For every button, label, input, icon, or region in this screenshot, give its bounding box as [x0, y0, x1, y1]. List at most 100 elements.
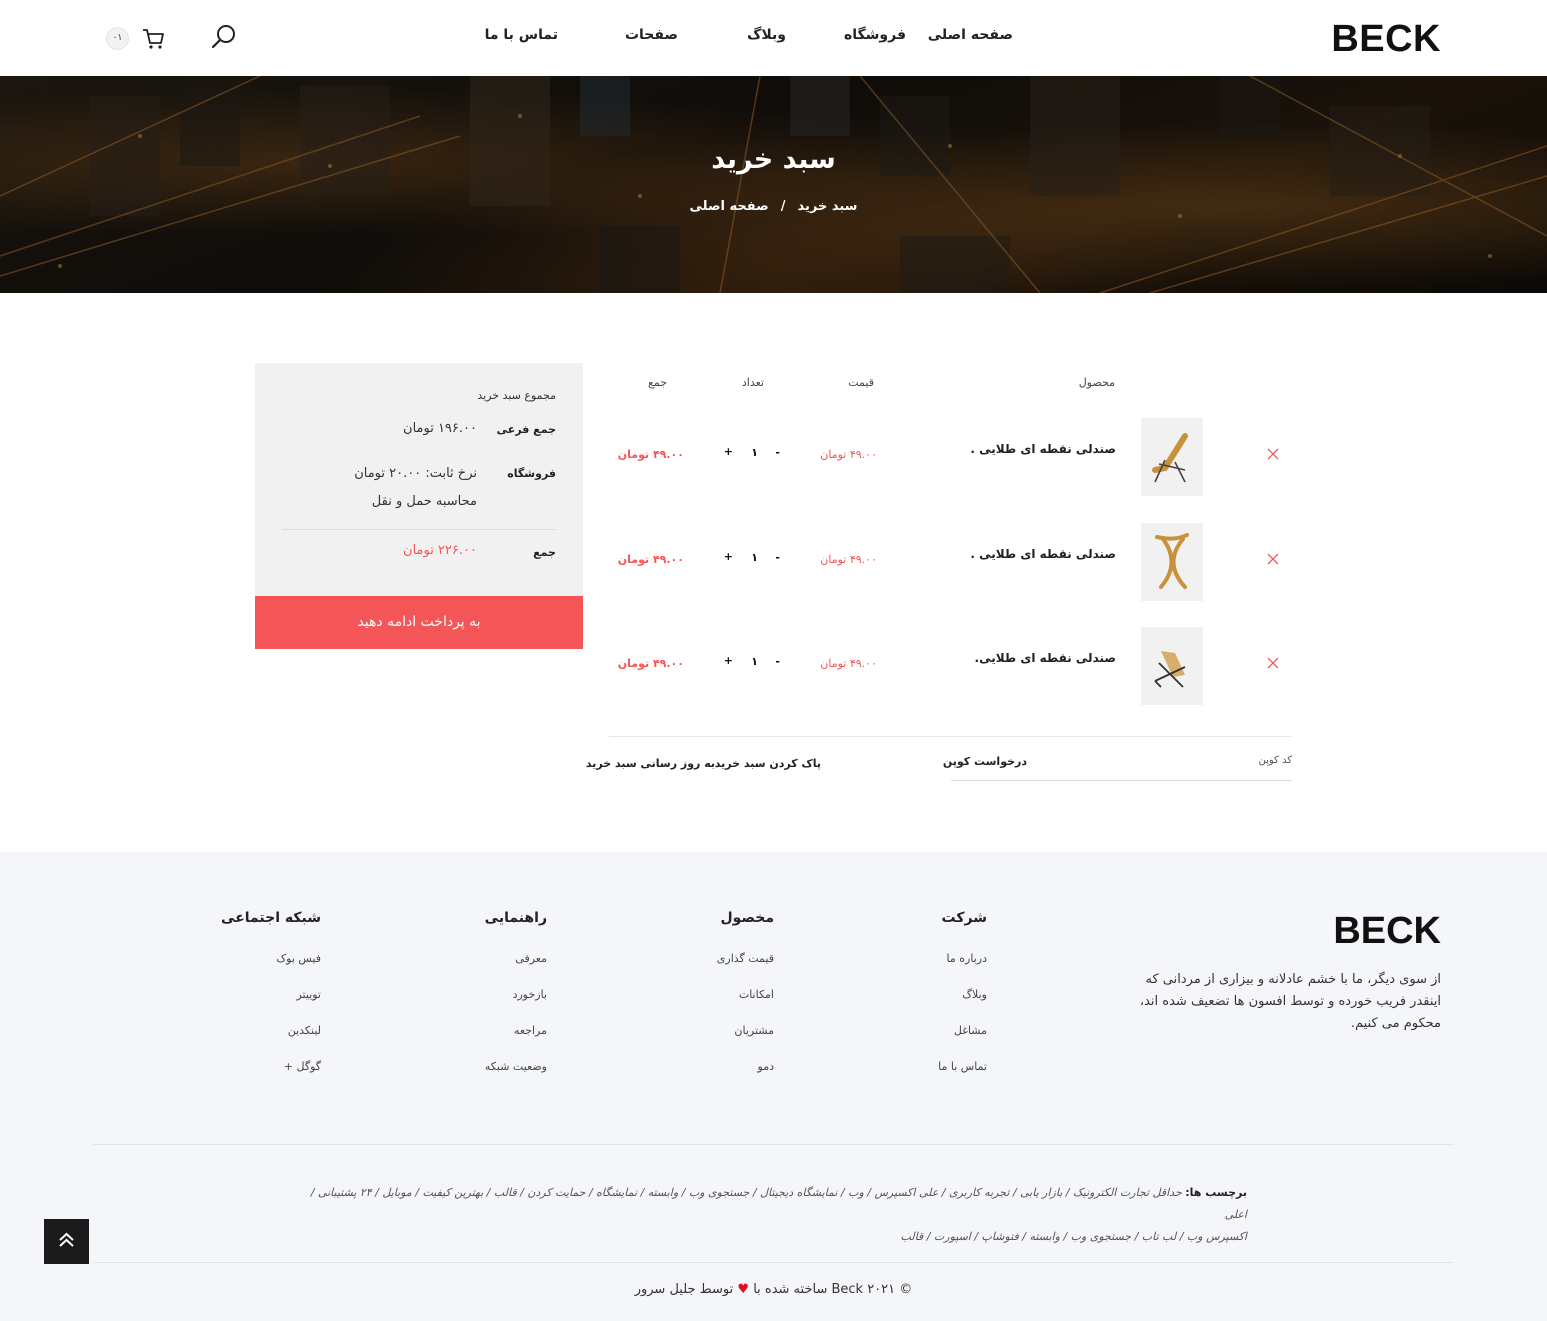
page-title: سبد خرید: [711, 144, 836, 175]
apply-coupon-button[interactable]: درخواست کوپن: [943, 755, 1027, 768]
footer-column-support: راهنمایی معرفی بازخورد مراجعه وضعیت شبکه: [485, 910, 547, 1096]
coupon-form: درخواست کوپن: [943, 751, 1292, 781]
quantity-value[interactable]: ۱: [751, 655, 758, 668]
footer-link[interactable]: معرفی: [485, 952, 547, 988]
product-price: ۴۹.۰۰ تومان: [820, 657, 877, 670]
table-divider: [609, 736, 1292, 737]
footer-link[interactable]: تماس با ما: [938, 1060, 987, 1096]
coupon-input[interactable]: [1132, 755, 1292, 766]
cart-totals-title: مجموع سبد خرید: [477, 389, 556, 402]
remove-item-icon[interactable]: [1266, 655, 1280, 669]
footer-link[interactable]: امکانات: [717, 988, 774, 1024]
table-row: صندلی نقطه ای طلایی . ۴۹.۰۰ تومان - ۱ + …: [609, 418, 1292, 498]
footer-link[interactable]: مشتریان: [717, 1024, 774, 1060]
heart-icon: ♥: [737, 1282, 750, 1297]
city-background-image: [0, 76, 1547, 293]
breadcrumb-separator: /: [780, 199, 786, 214]
footer-link[interactable]: درباره ما: [938, 952, 987, 988]
site-footer: BECK از سوی دیگر، ما با خشم عادلانه و بی…: [0, 852, 1547, 1321]
tags-list[interactable]: اکسپرس وب / لب تاب / جستجوی وب / وابسته …: [900, 1230, 1247, 1243]
footer-link[interactable]: گوگل +: [221, 1060, 321, 1096]
product-price: ۴۹.۰۰ تومان: [820, 553, 877, 566]
totals-divider: [282, 529, 556, 530]
product-name[interactable]: صندلی نقطه ای طلایی .: [970, 547, 1116, 561]
product-name[interactable]: صندلی نقطه ای طلایی.: [975, 651, 1116, 665]
clear-cart-button[interactable]: پاک کردن سبد خرید: [715, 757, 821, 770]
table-row: صندلی نقطه ای طلایی. ۴۹.۰۰ تومان - ۱ + ۴…: [609, 627, 1292, 707]
total-value: ۲۲۶.۰۰ تومان: [403, 543, 477, 558]
footer-link[interactable]: دمو: [717, 1060, 774, 1096]
decrease-quantity-button[interactable]: -: [775, 655, 780, 668]
product-name[interactable]: صندلی نقطه ای طلایی .: [970, 442, 1116, 456]
footer-link[interactable]: وضعیت شبکه: [485, 1060, 547, 1096]
product-thumbnail[interactable]: [1141, 418, 1203, 496]
nav-home[interactable]: صفحه اصلی: [928, 27, 1013, 43]
quantity-value[interactable]: ۱: [751, 551, 758, 564]
footer-column-title: شبکه اجتماعی: [221, 910, 321, 926]
product-thumbnail[interactable]: [1141, 627, 1203, 705]
increase-quantity-button[interactable]: +: [724, 445, 733, 458]
footer-column-title: مخصول: [720, 910, 774, 926]
header-total: جمع: [647, 376, 667, 389]
decrease-quantity-button[interactable]: -: [775, 551, 780, 564]
shipping-rate: نرخ ثابت: ۲۰.۰۰ تومان: [354, 466, 477, 481]
nav-contact[interactable]: تماس با ما: [485, 27, 558, 43]
copyright: © ۲۰۲۱ Beck ساخته شده با ♥ توسط جلیل سرو…: [0, 1282, 1547, 1297]
tags-list[interactable]: حداقل تجارت الکترونیک / بازار یابی / تجر…: [311, 1186, 1247, 1221]
nav-blog[interactable]: وبلاگ: [747, 27, 786, 43]
product-price: ۴۹.۰۰ تومان: [820, 448, 877, 461]
breadcrumb-current: سبد خرید: [797, 199, 858, 214]
footer-link[interactable]: قیمت گذاری: [717, 952, 774, 988]
tags-label: برچسب ها:: [1185, 1186, 1247, 1199]
cart-totals: مجموع سبد خرید جمع فرعی ۱۹۶.۰۰ تومان فرو…: [255, 363, 583, 596]
decrease-quantity-button[interactable]: -: [775, 446, 780, 459]
footer-tags: برچسب ها: حداقل تجارت الکترونیک / بازار …: [297, 1182, 1247, 1248]
page-banner: سبد خرید سبد خرید / صفحه اصلی: [0, 76, 1547, 293]
footer-logo[interactable]: BECK: [1333, 910, 1441, 953]
cart-icon[interactable]: [140, 26, 166, 52]
subtotal-label: جمع فرعی: [496, 423, 556, 436]
footer-column-title: راهنمایی: [484, 910, 547, 926]
line-total: ۴۹.۰۰ تومان: [617, 657, 684, 670]
increase-quantity-button[interactable]: +: [724, 654, 733, 667]
copyright-text: © ۲۰۲۱ Beck ساخته شده با: [753, 1282, 913, 1297]
site-header: BECK صفحه اصلی فروشگاه وبلاگ صفحات تماس …: [0, 0, 1547, 76]
checkout-button[interactable]: به پرداخت ادامه دهید: [255, 596, 583, 649]
footer-divider: [93, 1262, 1454, 1263]
breadcrumb: سبد خرید / صفحه اصلی: [0, 199, 1547, 214]
increase-quantity-button[interactable]: +: [724, 550, 733, 563]
line-total: ۴۹.۰۰ تومان: [617, 553, 684, 566]
footer-column-company: شرکت درباره ما وبلاگ مشاغل تماس با ما: [938, 910, 987, 1096]
footer-column-product: مخصول قیمت گذاری امکانات مشتریان دمو: [717, 910, 774, 1096]
footer-link[interactable]: مراجعه: [485, 1024, 547, 1060]
quantity-value[interactable]: ۱: [751, 446, 758, 459]
footer-link[interactable]: لینکدین: [221, 1024, 321, 1060]
nav-pages[interactable]: صفحات: [625, 27, 678, 43]
shipping-calculator-link[interactable]: محاسبه حمل و نقل: [372, 494, 477, 509]
footer-column-social: شبکه اجتماعی فیس بوک توییتر لینکدین گوگل…: [221, 910, 321, 1096]
total-label: جمع: [533, 546, 556, 559]
footer-about-text: از سوی دیگر، ما با خشم عادلانه و بیزاری …: [1139, 972, 1441, 1031]
product-thumbnail[interactable]: [1141, 523, 1203, 601]
footer-link[interactable]: بازخورد: [485, 988, 547, 1024]
table-row: صندلی نقطه ای طلایی . ۴۹.۰۰ تومان - ۱ + …: [609, 523, 1292, 603]
footer-divider: [93, 1144, 1454, 1145]
double-chevron-up-icon: [59, 1232, 74, 1247]
line-total: ۴۹.۰۰ تومان: [617, 448, 684, 461]
footer-link[interactable]: مشاغل: [938, 1024, 987, 1060]
nav-shop[interactable]: فروشگاه: [844, 27, 906, 43]
header-quantity: تعداد: [741, 376, 764, 389]
remove-item-icon[interactable]: [1266, 551, 1280, 565]
footer-link[interactable]: وبلاگ: [938, 988, 987, 1024]
footer-column-title: شرکت: [941, 910, 987, 926]
cart-count-badge: ۰۱: [106, 27, 129, 50]
author-credit[interactable]: توسط جلیل سرور: [635, 1282, 734, 1297]
subtotal-value: ۱۹۶.۰۰ تومان: [403, 421, 477, 436]
scroll-to-top-button[interactable]: [44, 1219, 89, 1264]
update-cart-button[interactable]: به روز رسانی سبد خرید: [586, 757, 715, 770]
breadcrumb-home[interactable]: صفحه اصلی: [690, 199, 769, 214]
remove-item-icon[interactable]: [1266, 446, 1280, 460]
footer-link[interactable]: فیس بوک: [221, 952, 321, 988]
footer-link[interactable]: توییتر: [221, 988, 321, 1024]
search-icon[interactable]: [210, 23, 238, 51]
